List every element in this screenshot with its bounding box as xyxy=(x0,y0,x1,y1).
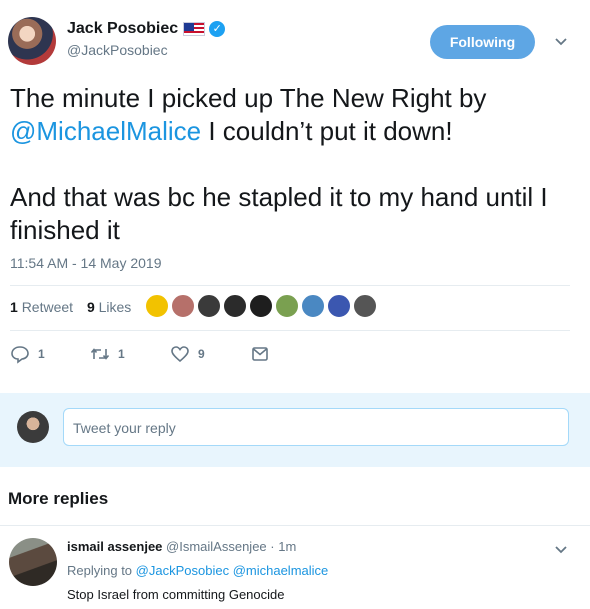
reply-count: 1 xyxy=(38,347,45,361)
reply-input[interactable]: Tweet your reply xyxy=(63,408,569,446)
like-count: 9 xyxy=(198,347,205,361)
reply-header: ismail assenjee @IsmailAssenjee · 1m xyxy=(67,539,296,554)
liker-avatar[interactable] xyxy=(249,294,273,318)
retweets-count: 1 xyxy=(10,299,18,315)
tweet-line2: I couldn’t put it down! xyxy=(201,116,453,146)
retweet-action[interactable]: 1 xyxy=(90,344,125,364)
more-replies-heading: More replies xyxy=(8,489,109,508)
replying-to: Replying to @JackPosobiec @michaelmalice xyxy=(67,563,328,578)
verified-badge-icon: ✓ xyxy=(209,21,226,37)
like-action[interactable]: 9 xyxy=(170,344,205,364)
reply-icon xyxy=(11,346,29,364)
direct-message-action[interactable] xyxy=(250,344,270,364)
tweet-para2: And that was bc he stapled it to my hand… xyxy=(10,182,548,245)
envelope-icon xyxy=(252,347,268,361)
liker-avatar[interactable] xyxy=(301,294,325,318)
liker-avatar[interactable] xyxy=(275,294,299,318)
liker-avatar[interactable] xyxy=(353,294,377,318)
reply-composer: Tweet your reply xyxy=(0,393,590,467)
divider xyxy=(10,285,570,286)
tweet-text: The minute I picked up The New Right by … xyxy=(10,82,570,247)
likes-label: Likes xyxy=(98,299,132,315)
retweets-label: Retweet xyxy=(21,299,74,315)
retweet-icon xyxy=(90,348,110,360)
liker-avatar[interactable] xyxy=(145,294,169,318)
divider xyxy=(10,330,570,331)
divider xyxy=(0,525,590,526)
author-avatar[interactable] xyxy=(8,17,56,65)
likes-count: 9 xyxy=(86,299,95,315)
reply-action[interactable]: 1 xyxy=(10,344,45,364)
reply-author-name[interactable]: ismail assenjee xyxy=(67,539,162,554)
reply-author-handle[interactable]: @IsmailAssenjee xyxy=(166,539,267,554)
replying-to-link[interactable]: @JackPosobiec xyxy=(136,563,229,578)
replying-prefix: Replying to xyxy=(67,563,133,578)
current-user-avatar xyxy=(17,411,49,443)
liker-avatar[interactable] xyxy=(223,294,247,318)
reply-avatar[interactable] xyxy=(9,538,57,586)
tweet-line1: The minute I picked up The New Right by xyxy=(10,83,487,113)
liker-avatars xyxy=(145,294,379,320)
tweet-stats: 1 Retweet 9 Likes xyxy=(10,299,141,315)
mention-link[interactable]: @MichaelMalice xyxy=(10,116,201,146)
heart-icon xyxy=(171,346,189,363)
likes-stat[interactable]: 9 Likes xyxy=(87,299,131,315)
author-name[interactable]: Jack Posobiec xyxy=(67,20,178,38)
liker-avatar[interactable] xyxy=(171,294,195,318)
author-handle[interactable]: @JackPosobiec xyxy=(67,42,225,58)
retweet-count: 1 xyxy=(118,347,125,361)
replying-to-link[interactable]: @michaelmalice xyxy=(233,563,329,578)
chevron-down-icon[interactable] xyxy=(554,34,568,48)
reply-text: Stop Israel from committing Genocide xyxy=(67,587,285,602)
retweets-stat[interactable]: 1 Retweet xyxy=(10,299,73,315)
liker-avatar[interactable] xyxy=(327,294,351,318)
chevron-down-icon[interactable] xyxy=(554,542,568,556)
liker-avatar[interactable] xyxy=(197,294,221,318)
following-button[interactable]: Following xyxy=(430,25,535,59)
reply-time[interactable]: · 1m xyxy=(270,539,296,554)
tweet-timestamp[interactable]: 11:54 AM - 14 May 2019 xyxy=(10,255,162,271)
us-flag-icon xyxy=(183,22,206,36)
author-block: Jack Posobiec ✓ @JackPosobiec xyxy=(67,20,226,58)
